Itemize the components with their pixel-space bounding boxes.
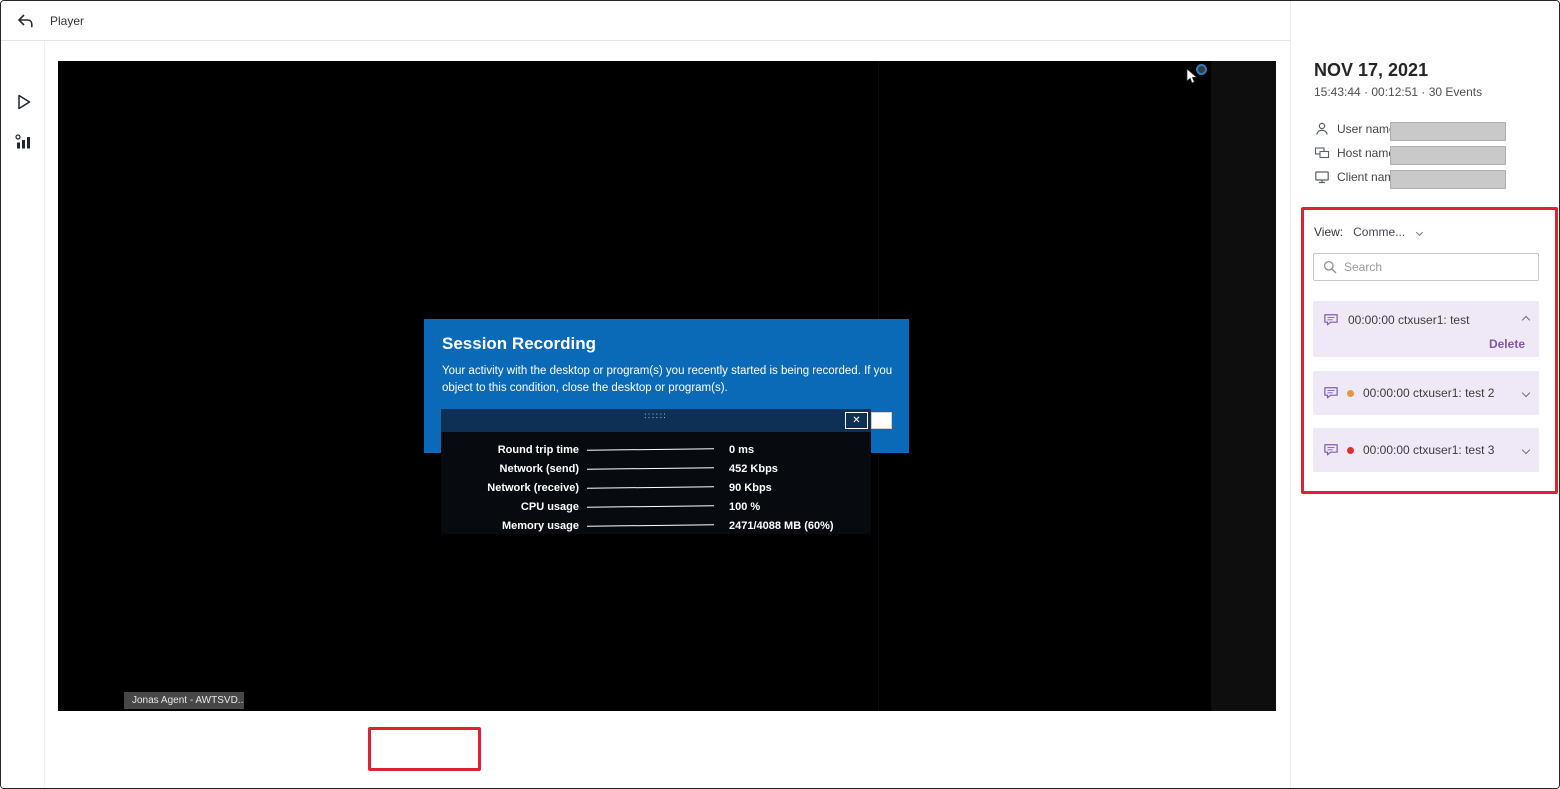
comment-item[interactable]: 00:00:00 ctxuser1: test Delete <box>1313 301 1539 357</box>
chevron-down-icon <box>1416 228 1423 235</box>
cursor-icon <box>1186 69 1198 85</box>
stats-overlay-titlebar: ∷∷∷ ✕ <box>441 409 871 432</box>
stat-value: 452 Kbps <box>729 463 778 475</box>
comment-text: 00:00:00 ctxuser1: test 3 <box>1363 443 1494 457</box>
stat-row: Network (send) 452 Kbps <box>441 459 871 478</box>
back-icon <box>15 11 35 31</box>
sparkline <box>587 486 714 489</box>
client-name-redacted-value <box>1390 170 1506 189</box>
comment-text: 00:00:00 ctxuser1: test 2 <box>1363 386 1494 400</box>
stat-value: 0 ms <box>729 444 754 456</box>
view-selected-value: Comme... <box>1353 225 1405 239</box>
topbar: Player <box>1 1 1290 41</box>
user-icon <box>1314 121 1330 137</box>
stat-label: Network (receive) <box>441 482 579 494</box>
stat-label: Round trip time <box>441 444 579 456</box>
status-dot-orange <box>1347 390 1354 397</box>
sparkline <box>587 448 714 451</box>
stat-row: Network (receive) 90 Kbps <box>441 478 871 497</box>
chevron-down-icon[interactable] <box>1522 446 1530 454</box>
bar-chart-icon <box>13 132 33 152</box>
comment-icon <box>1323 443 1339 457</box>
video-letterbox <box>1211 61 1276 711</box>
sparkline <box>587 524 714 527</box>
sidebar-item-statistics[interactable] <box>12 131 34 153</box>
stat-label: CPU usage <box>441 501 579 513</box>
host-name-row: Host name: <box>1314 143 1398 163</box>
chevron-down-icon[interactable] <box>1522 389 1530 397</box>
stats-overlay: ∷∷∷ ✕ Round trip time 0 ms Network (send… <box>441 409 871 534</box>
video-canvas[interactable]: Session Recording Your activity with the… <box>58 61 1276 711</box>
stat-value: 90 Kbps <box>729 482 772 494</box>
user-name-row: User name: <box>1314 119 1399 139</box>
delete-comment-button[interactable]: Delete <box>1489 337 1525 351</box>
recording-date: NOV 17, 2021 <box>1314 60 1428 81</box>
sparkline <box>587 505 714 508</box>
comment-item[interactable]: 00:00:00 ctxuser1: test 2 <box>1313 371 1539 415</box>
stat-row: Round trip time 0 ms <box>441 440 871 459</box>
session-recording-player-window: Player Session <box>0 0 1560 789</box>
search-input[interactable] <box>1344 260 1514 274</box>
dialog-body: Your activity with the desktop or progra… <box>442 363 894 398</box>
client-name-row: Client name <box>1314 167 1401 187</box>
dialog-title: Session Recording <box>442 334 891 354</box>
view-label: View: <box>1314 225 1343 239</box>
recording-meta: 15:43:44 · 00:12:51 · 30 Events <box>1314 85 1482 99</box>
comment-icon <box>1323 313 1339 327</box>
stat-value: 100 % <box>729 501 760 513</box>
close-icon[interactable]: ✕ <box>845 412 868 429</box>
comment-item[interactable]: 00:00:00 ctxuser1: test 3 <box>1313 428 1539 472</box>
stats-rows: Round trip time 0 ms Network (send) 452 … <box>441 432 871 535</box>
page-title: Player <box>50 14 84 28</box>
stat-label: Network (send) <box>441 463 579 475</box>
monitor-icon <box>1314 169 1330 185</box>
left-rail <box>1 41 45 788</box>
host-name-redacted-value <box>1390 146 1506 165</box>
recorded-taskbar-label: Jonas Agent - AWTSVD... <box>124 692 244 709</box>
view-dropdown[interactable]: View: Comme... <box>1314 225 1422 239</box>
stat-row: Memory usage 2471/4088 MB (60%) <box>441 516 871 535</box>
comments-search <box>1313 253 1539 281</box>
back-button[interactable] <box>14 10 36 32</box>
comment-icon <box>1323 386 1339 400</box>
pointer-event-marker <box>1186 64 1210 90</box>
search-icon <box>1322 259 1338 275</box>
stat-row: CPU usage 100 % <box>441 497 871 516</box>
playback-controls: 7 00:00:30/00:12:51 Comments <box>1 711 1290 789</box>
comment-text: 00:00:00 ctxuser1: test <box>1348 313 1469 327</box>
stat-value: 2471/4088 MB (60%) <box>729 520 834 532</box>
drag-handle-icon[interactable]: ∷∷∷ <box>441 411 871 422</box>
host-icon <box>1314 145 1330 161</box>
stat-label: Memory usage <box>441 520 579 532</box>
play-icon <box>13 92 33 112</box>
chevron-up-icon[interactable] <box>1522 316 1530 324</box>
white-button <box>871 412 892 429</box>
status-dot-red <box>1347 447 1354 454</box>
user-name-redacted-value <box>1390 122 1506 141</box>
sparkline <box>587 467 714 470</box>
sidebar-item-player[interactable] <box>12 91 34 113</box>
